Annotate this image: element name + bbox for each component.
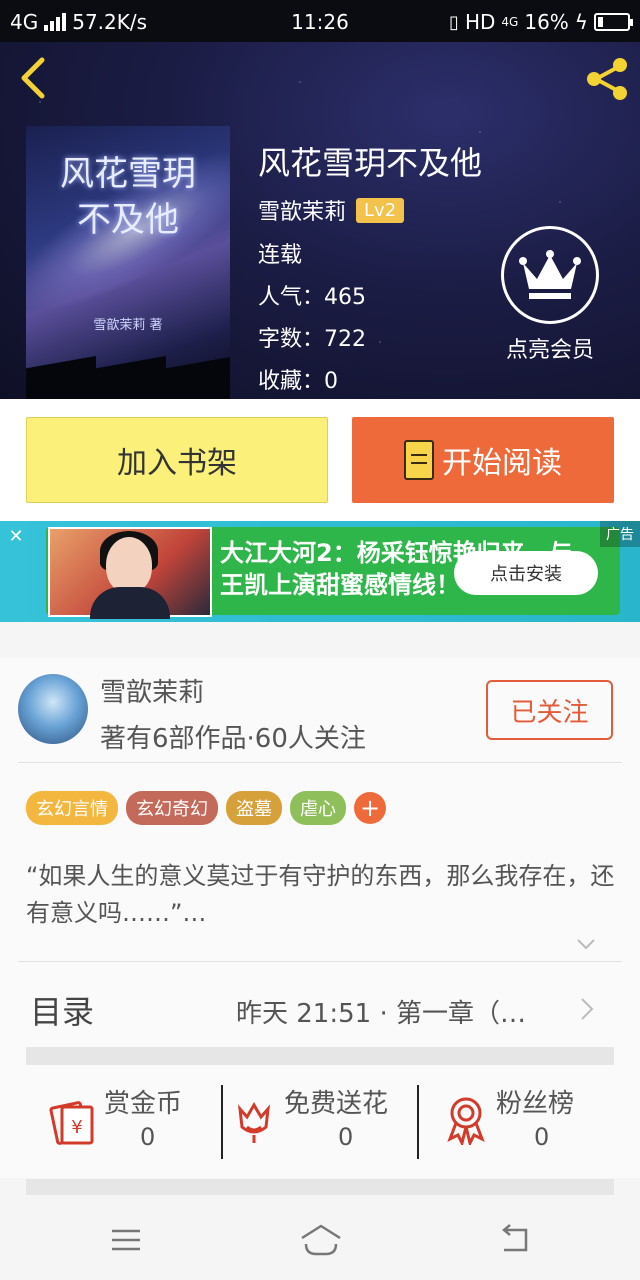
free-flower-button[interactable]: 免费送花 0 [234, 1083, 414, 1159]
system-nav-bar [0, 1200, 640, 1280]
chevron-left-icon [21, 57, 45, 99]
latest-chapter: 昨天 21:51 · 第一章（… [236, 999, 526, 1029]
divider [417, 1085, 419, 1159]
share-icon [587, 58, 627, 100]
flower-icon [237, 1102, 271, 1143]
chevron-right-icon [581, 998, 594, 1020]
author-name[interactable]: 雪歆茉莉 [100, 672, 204, 709]
reward-coins-button[interactable]: ¥ 赏金币 0 [48, 1083, 218, 1159]
stats-row: ¥ 赏金币 0 免费送花 0 粉丝榜 0 [0, 1083, 640, 1159]
book-intro: “如果人生的意义莫过于有守护的东西，那么我存在，还有意义吗……”… [26, 862, 615, 927]
fan-ranking-button[interactable]: 粉丝榜 0 [444, 1083, 604, 1159]
add-tag-button[interactable]: + [354, 792, 386, 824]
tag-list: 玄幻言情 玄幻奇幻 盗墓 虐心 + [26, 791, 386, 825]
share-button[interactable] [584, 56, 630, 102]
charging-icon: ϟ [574, 10, 588, 34]
back-nav-icon[interactable] [496, 1222, 536, 1258]
author-summary: 著有6部作品·60人关注 [100, 724, 366, 754]
book-author[interactable]: 雪歆茉莉 [258, 194, 346, 226]
menu-icon[interactable] [106, 1222, 146, 1258]
medal-icon [447, 1097, 485, 1145]
divider [221, 1085, 223, 1159]
crown-icon [519, 250, 581, 299]
close-ad-icon[interactable]: ✕ [4, 525, 28, 549]
svg-text:¥: ¥ [71, 1117, 82, 1138]
add-to-shelf-label: 加入书架 [117, 446, 237, 481]
section-separator [26, 1179, 614, 1195]
reward-coins-label: 赏金币 [104, 1089, 183, 1119]
network-type-small: 4G [501, 15, 519, 29]
tag-item[interactable]: 盗墓 [226, 791, 282, 825]
fan-ranking-value: 0 [534, 1123, 550, 1151]
battery-icon [594, 13, 633, 31]
tag-item[interactable]: 玄幻奇幻 [126, 791, 218, 825]
red-envelope-icon: ¥ [49, 1101, 94, 1145]
ad-banner[interactable]: ✕ 大江大河2：杨采钰惊艳归来，与 王凯上演甜蜜感情线！ 点击安装 广告 [0, 521, 640, 622]
hd-indicator: HD [464, 10, 496, 34]
tag-item[interactable]: 虐心 [290, 791, 346, 825]
divider [18, 961, 622, 962]
cover-title-line2: 不及他 [77, 200, 179, 240]
toc-label: 目录 [30, 993, 95, 1031]
book-header: 风花雪玥 不及他 雪歆茉莉 著 风花雪玥不及他 雪歆茉莉 Lv2 连载 人气：4… [0, 42, 640, 399]
action-bar: 加入书架 开始阅读 [0, 399, 640, 521]
vibrate-icon: ▯ [449, 11, 459, 33]
book-word-count: 字数：722 [258, 327, 366, 352]
back-button[interactable] [14, 56, 54, 100]
battery-percent: 16% [524, 10, 569, 34]
book-status: 连载 [258, 243, 303, 268]
avatar[interactable] [18, 674, 88, 744]
ad-image [48, 527, 212, 619]
ad-tag: 广告 [600, 521, 640, 547]
free-flower-value: 0 [338, 1123, 354, 1151]
book-cover[interactable]: 风花雪玥 不及他 雪歆茉莉 著 [26, 126, 230, 399]
home-icon[interactable] [298, 1222, 344, 1258]
book-popularity: 人气：465 [258, 285, 366, 310]
start-reading-label: 开始阅读 [442, 446, 562, 481]
ad-install-button[interactable]: 点击安装 [454, 551, 598, 595]
fan-ranking-label: 粉丝榜 [496, 1089, 575, 1119]
free-flower-label: 免费送花 [284, 1089, 389, 1119]
cover-title-line1: 风花雪玥 [60, 154, 196, 194]
status-bar: 4G 57.2K/s 11:26 ▯ HD 4G 16% ϟ [0, 0, 640, 42]
author-level-badge: Lv2 [356, 197, 405, 223]
divider [18, 762, 622, 763]
book-icon [404, 440, 434, 480]
cover-author: 雪歆茉莉 著 [93, 318, 163, 333]
section-separator [26, 1047, 614, 1065]
reward-coins-value: 0 [140, 1123, 156, 1151]
add-to-shelf-button[interactable]: 加入书架 [26, 417, 328, 503]
follow-label: 已关注 [510, 697, 589, 728]
book-title: 风花雪玥不及他 [258, 144, 483, 182]
book-favorites: 收藏：0 [258, 369, 338, 394]
tag-item[interactable]: 玄幻言情 [26, 791, 118, 825]
author-card: 雪歆茉莉 著有6部作品·60人关注 已关注 玄幻言情 玄幻奇幻 盗墓 虐心 + … [0, 658, 640, 1195]
table-of-contents-row[interactable]: 目录 昨天 21:51 · 第一章（… [0, 963, 640, 1047]
vip-button[interactable]: 点亮会员 [498, 226, 602, 364]
follow-button[interactable]: 已关注 [486, 680, 613, 740]
chevron-down-icon[interactable] [574, 932, 598, 956]
start-reading-button[interactable]: 开始阅读 [352, 417, 614, 503]
vip-label: 点亮会员 [505, 338, 594, 363]
